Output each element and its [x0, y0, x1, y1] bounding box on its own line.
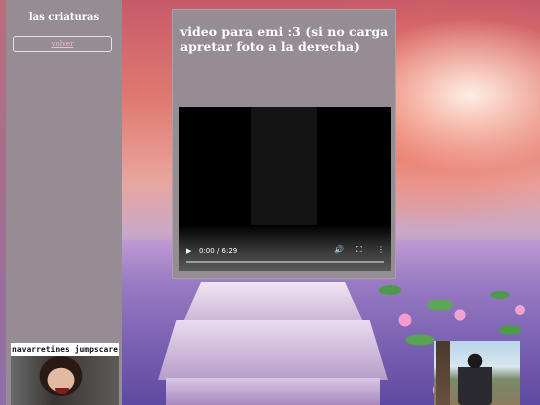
jumpscare-photo[interactable] — [11, 356, 119, 405]
pedestal-middle — [158, 320, 388, 380]
alternate-video-photo[interactable] — [434, 341, 520, 405]
jumpscare-label: navarretines jumpscare — [11, 343, 119, 356]
background-pedestal — [158, 282, 388, 405]
pedestal-base — [166, 378, 380, 405]
fullscreen-icon[interactable]: ⛶ — [356, 246, 362, 254]
card-title: video para emi :3 (si no carga apretar f… — [180, 24, 389, 54]
volume-icon[interactable]: 🔊 — [334, 246, 344, 254]
progress-bar[interactable] — [186, 261, 384, 263]
sidebar-title: las criaturas — [28, 12, 100, 23]
time-readout: 0:00 / 6:29 — [199, 247, 238, 255]
more-options-icon[interactable]: ⋮ — [377, 246, 385, 254]
video-frame — [251, 107, 317, 225]
back-link[interactable]: volver — [13, 36, 112, 52]
sidebar: las criaturas volver navarretines jumpsc… — [6, 0, 122, 405]
photo-tree — [436, 341, 450, 405]
video-player[interactable]: ▶ 0:00 / 6:29 🔊 ⛶ ⋮ — [179, 107, 391, 271]
video-card: video para emi :3 (si no carga apretar f… — [172, 9, 396, 279]
jumpscare-panel[interactable]: navarretines jumpscare — [11, 343, 119, 405]
play-icon[interactable]: ▶ — [186, 247, 191, 255]
pedestal-top — [183, 282, 363, 322]
photo-person — [458, 349, 492, 405]
video-controls: ▶ 0:00 / 6:29 🔊 ⛶ ⋮ — [179, 225, 391, 271]
jumpscare-face — [55, 388, 69, 394]
